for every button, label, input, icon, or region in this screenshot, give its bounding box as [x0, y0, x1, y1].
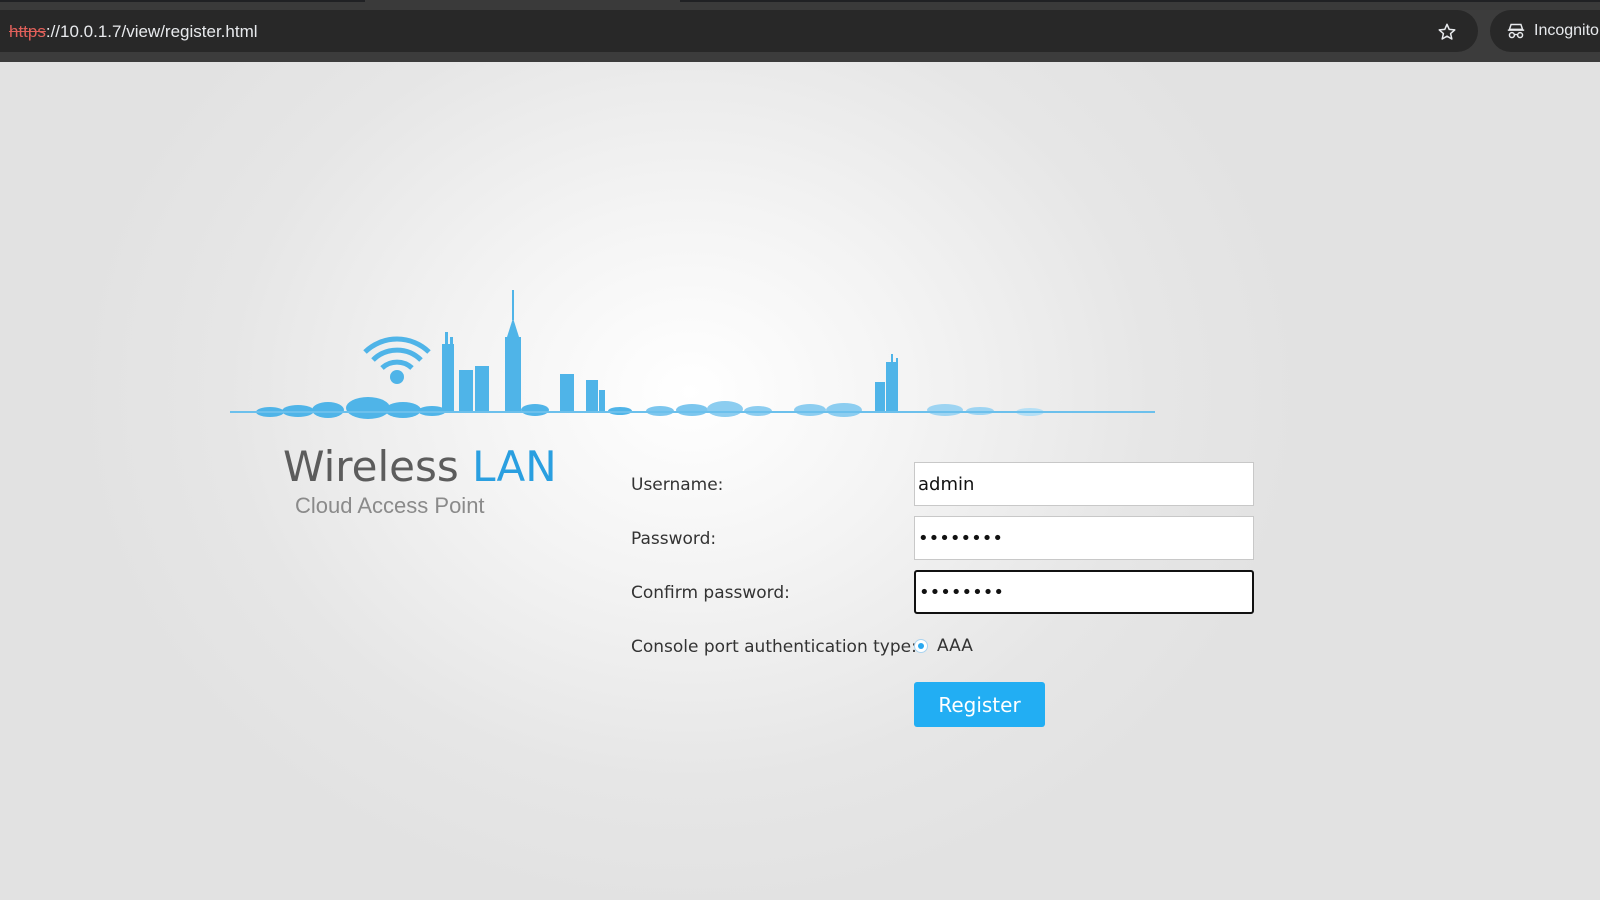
url-scheme: https [9, 22, 46, 41]
brand-title-lan: LAN [472, 442, 557, 491]
register-page: Wireless LAN Cloud Access Point Username… [0, 62, 1600, 900]
url-path: ://10.0.1.7/view/register.html [45, 22, 258, 41]
aaa-radio-label[interactable]: AAA [937, 636, 973, 656]
star-icon [1438, 23, 1456, 40]
city-skyline-logo [230, 290, 1155, 419]
password-input[interactable] [914, 516, 1254, 560]
brand-title: Wireless LAN [283, 442, 557, 491]
brand-logo: Wireless LAN Cloud Access Point [283, 442, 557, 519]
confirm-password-input[interactable] [914, 570, 1254, 614]
tab-strip [0, 0, 1600, 10]
username-input[interactable] [914, 462, 1254, 506]
brand-subtitle: Cloud Access Point [295, 493, 485, 518]
password-label: Password: [631, 529, 717, 549]
aaa-radio-button[interactable] [914, 639, 928, 653]
aaa-radio-option[interactable]: AAA [914, 636, 973, 656]
password-row: Password: [631, 516, 1261, 562]
confirm-password-label: Confirm password: [631, 583, 790, 603]
console-auth-label: Console port authentication type: [631, 637, 917, 657]
tab-indicator [0, 0, 365, 2]
bookmark-star-button[interactable] [1432, 17, 1462, 47]
username-label: Username: [631, 475, 724, 495]
url-text[interactable]: https://10.0.1.7/view/register.html [9, 22, 258, 42]
username-row: Username: [631, 462, 1261, 508]
address-bar[interactable]: https://10.0.1.7/view/register.html [0, 10, 1478, 52]
register-button[interactable]: Register [914, 682, 1045, 727]
brand-title-wireless: Wireless [283, 442, 473, 491]
tab-indicator [680, 0, 1600, 2]
incognito-profile-button[interactable]: Incognito [1490, 10, 1600, 52]
browser-toolbar: https://10.0.1.7/view/register.html Inco… [0, 10, 1600, 62]
confirm-password-row: Confirm password: [631, 570, 1261, 616]
incognito-label: Incognito [1534, 22, 1599, 39]
incognito-icon [1507, 23, 1525, 39]
console-auth-row: Console port authentication type: AAA [631, 624, 1261, 670]
